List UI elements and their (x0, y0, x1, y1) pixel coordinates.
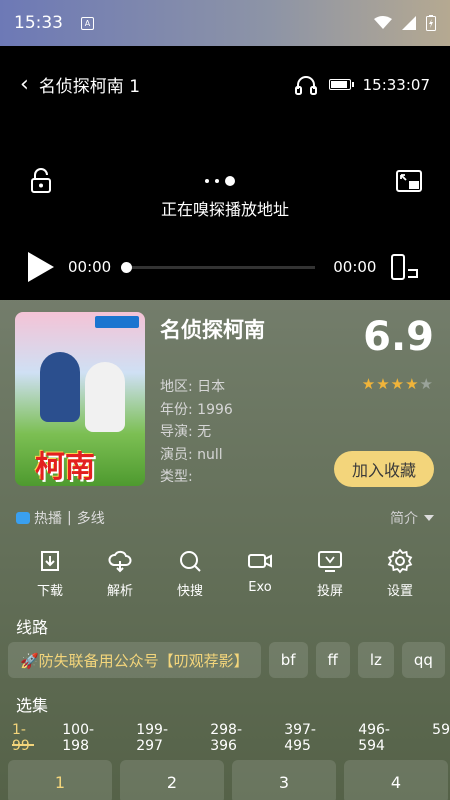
line-chip[interactable]: bf (268, 642, 308, 678)
tv-cast-icon (318, 551, 342, 572)
picture-in-picture-icon[interactable] (396, 170, 422, 192)
range-tab[interactable]: 1-99 (12, 722, 40, 754)
notification-icon: A (81, 16, 94, 30)
episode-button[interactable]: 4 (344, 760, 448, 800)
poster-badge (95, 316, 139, 328)
loading-text: 正在嗅探播放地址 (160, 200, 289, 219)
action-label: 下载 (36, 584, 63, 599)
signal-icon (402, 16, 416, 30)
loading-dot (225, 176, 235, 186)
back-button[interactable]: ‹ (20, 72, 29, 97)
range-tab[interactable]: 199-297 (136, 722, 188, 754)
range-tab[interactable]: 100-198 (62, 722, 114, 754)
parse-button[interactable]: 解析 (85, 548, 155, 599)
episode-button[interactable]: 3 (232, 760, 336, 800)
meta-region: 地区: 日本 (160, 379, 226, 395)
gear-icon (387, 548, 413, 574)
lines-heading: 线路 (16, 618, 49, 637)
download-icon (41, 551, 59, 571)
episodes-heading: 选集 (16, 696, 49, 715)
wifi-icon (374, 16, 392, 29)
hot-tag: 热播 (34, 511, 62, 527)
chevron-down-icon[interactable] (424, 515, 434, 521)
cast-button[interactable]: 投屏 (295, 548, 365, 599)
detail-panel: 柯南 名侦探柯南 6.9 ★★★★★ 地区: 日本 年份: 1996 导演: 无… (0, 300, 450, 500)
star-icon: ★ (361, 375, 377, 393)
player-controls: 00:00 00:00 (28, 252, 432, 282)
download-button[interactable]: 下载 (15, 548, 85, 599)
settings-button[interactable]: 设置 (365, 548, 435, 599)
star-icon: ★ (376, 375, 391, 393)
loading-dot (215, 179, 219, 183)
action-label: 投屏 (316, 584, 343, 599)
multi-line-tag: 多线 (76, 511, 105, 527)
show-title: 名侦探柯南 (160, 318, 265, 342)
tag-row: 热播 | 多线 简介 (16, 508, 434, 528)
headphones-icon[interactable] (294, 75, 317, 95)
seek-bar[interactable] (121, 261, 316, 273)
status-time: 15:33 (14, 13, 63, 33)
action-bar: 下载 解析 快搜 Exo 投屏 设置 (0, 548, 450, 599)
exo-button[interactable]: Exo (225, 548, 295, 599)
action-label: 解析 (106, 584, 133, 599)
episode-button[interactable]: 1 (8, 760, 112, 800)
poster-image[interactable]: 柯南 (15, 312, 145, 486)
poster-figure (85, 362, 125, 432)
lock-icon[interactable] (30, 168, 52, 194)
player-clock: 15:33:07 (362, 75, 430, 94)
rating-score: 6.9 (363, 314, 434, 360)
cloud-parse-icon (108, 550, 132, 573)
line-chip[interactable]: lz (357, 642, 394, 678)
total-time: 00:00 (333, 258, 377, 276)
meta-list: 地区: 日本 年份: 1996 导演: 无 演员: null 类型: (160, 376, 233, 489)
player-top-bar: ‹ 名侦探柯南 1 15:33:07 (20, 72, 430, 97)
poster-logo: 柯南 (35, 450, 95, 485)
loading-indicator (205, 176, 235, 186)
tag-separator: | (67, 510, 72, 526)
action-label: 快搜 (176, 584, 203, 599)
meta-actors: 演员: null (160, 446, 223, 463)
add-favorite-button[interactable]: 加入收藏 (334, 451, 434, 487)
intro-toggle[interactable]: 简介 (390, 508, 418, 528)
player-top-right: 15:33:07 (294, 75, 430, 95)
line-chip[interactable]: 🚀防失联备用公众号【叨观荐影】 (8, 642, 261, 678)
quick-search-button[interactable]: 快搜 (155, 548, 225, 599)
status-bar: 15:33 A (0, 0, 450, 46)
episode-grid: 1 2 3 4 (8, 760, 448, 800)
video-camera-icon (248, 554, 272, 568)
star-icon: ★ (390, 375, 406, 393)
video-player[interactable]: ‹ 名侦探柯南 1 15:33:07 正在嗅探播放地址 00:00 00:00 (0, 46, 450, 300)
screen-rotate-icon[interactable] (390, 254, 420, 280)
seek-knob[interactable] (121, 261, 133, 273)
meta-genre: 类型: (160, 469, 193, 485)
active-range-indicator (12, 744, 34, 746)
battery-icon (328, 79, 354, 90)
tv-icon (16, 512, 30, 524)
range-tab[interactable]: 496-594 (358, 722, 410, 754)
meta-year: 年份: 1996 (160, 401, 233, 418)
current-time: 00:00 (68, 258, 112, 276)
line-chip[interactable]: qq (401, 642, 445, 678)
player-title: 名侦探柯南 1 (38, 77, 141, 97)
star-half-icon: ★ (405, 375, 420, 393)
meta-director: 导演: 无 (160, 424, 212, 440)
status-icons (374, 15, 436, 31)
line-chip[interactable]: ff (315, 642, 350, 678)
battery-charging-icon (426, 15, 436, 31)
episode-range-tabs: 1-99 100-198 199-297 298-396 397-495 496… (12, 722, 450, 754)
line-list: 🚀防失联备用公众号【叨观荐影】 bf ff lz qq (8, 642, 445, 678)
poster-figure (40, 352, 80, 422)
action-label: 设置 (386, 584, 413, 599)
play-icon[interactable] (28, 252, 54, 282)
loading-dot (205, 179, 209, 183)
rating-stars: ★★★★★ (362, 375, 434, 393)
range-tab[interactable]: 397-495 (284, 722, 336, 754)
search-icon (180, 551, 201, 572)
episode-button[interactable]: 2 (120, 760, 224, 800)
range-tab[interactable]: 59 (432, 722, 450, 754)
range-tab[interactable]: 298-396 (210, 722, 262, 754)
star-empty-icon: ★ (419, 375, 434, 393)
action-label: Exo (248, 580, 272, 595)
